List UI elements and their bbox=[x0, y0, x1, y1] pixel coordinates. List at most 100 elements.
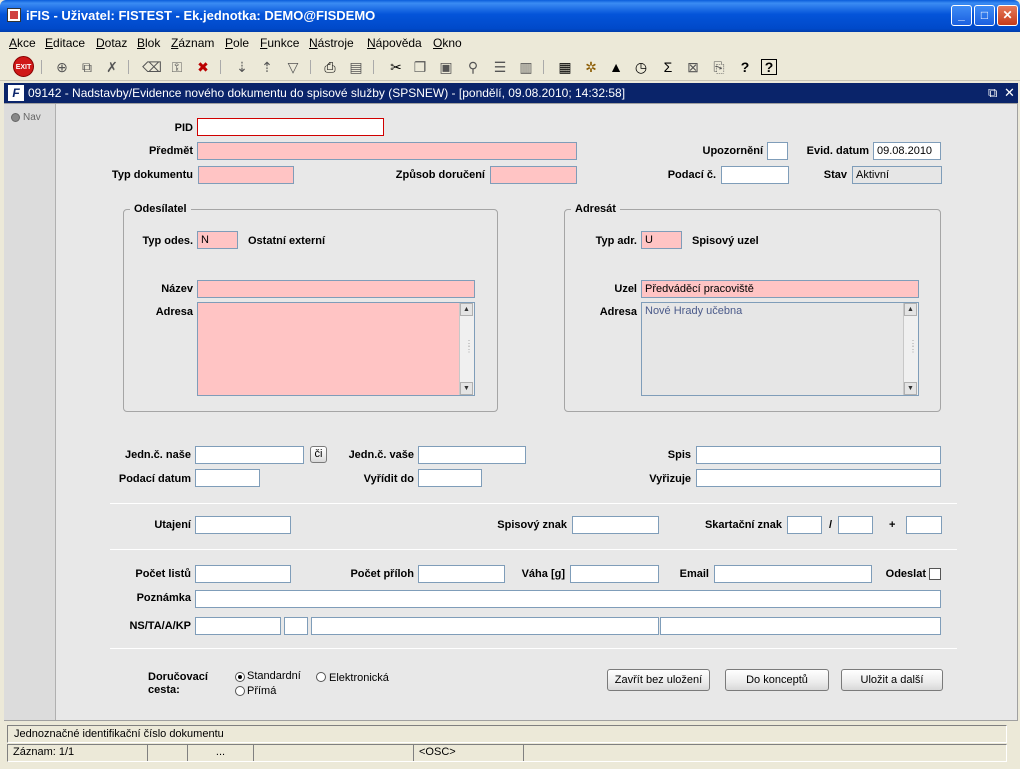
menu-blok[interactable]: Blok bbox=[137, 36, 160, 50]
spis-field[interactable] bbox=[696, 446, 941, 464]
minimize-button[interactable]: _ bbox=[951, 5, 972, 26]
close-button[interactable]: ✕ bbox=[997, 5, 1018, 26]
vyridit-do-field[interactable] bbox=[418, 469, 482, 487]
lock-icon[interactable]: ⚿ bbox=[167, 57, 187, 77]
delete-record-icon[interactable]: ✗ bbox=[102, 57, 122, 77]
clear-form-icon[interactable]: ⌫ bbox=[142, 57, 162, 77]
paste-icon[interactable]: ▣ bbox=[436, 57, 456, 77]
window-title-bar[interactable]: iFIS - Uživatel: FISTEST - Ek.jednotka: … bbox=[0, 0, 1020, 32]
adr-adresa-textarea[interactable]: Nové Hrady učebna ▲ ⋮ ⋮ ▼ bbox=[641, 302, 919, 396]
chart-icon[interactable]: ▲ bbox=[606, 57, 626, 77]
filter-icon[interactable]: ▽ bbox=[283, 57, 303, 77]
ns-field[interactable] bbox=[195, 617, 281, 635]
copy-icon[interactable]: ❐ bbox=[410, 57, 430, 77]
upozorneni-field[interactable] bbox=[767, 142, 788, 160]
insert-record-icon[interactable]: ⊕ bbox=[52, 57, 72, 77]
toolbar-separator bbox=[373, 60, 374, 74]
predmet-field[interactable] bbox=[197, 142, 577, 160]
menu-nastroje[interactable]: Nástroje bbox=[309, 36, 354, 50]
do-konceptu-button[interactable]: Do konceptů bbox=[725, 669, 829, 691]
menu-napoveda[interactable]: Nápověda bbox=[367, 36, 422, 50]
print-icon[interactable]: ⎙ bbox=[320, 57, 340, 77]
nav-radio[interactable] bbox=[11, 113, 20, 122]
form-close-icon[interactable]: ✕ bbox=[1004, 85, 1015, 101]
menu-editace[interactable]: Editace bbox=[45, 36, 85, 50]
ci-button[interactable]: či bbox=[310, 446, 327, 463]
spisovy-znak-field[interactable] bbox=[572, 516, 659, 534]
form-title-bar[interactable]: F 09142 - Nadstavby/Evidence nového doku… bbox=[4, 83, 1018, 103]
vaha-field[interactable] bbox=[570, 565, 659, 583]
whats-this-icon[interactable]: ? bbox=[761, 59, 777, 75]
odeslat-checkbox[interactable] bbox=[929, 568, 941, 580]
ta-field[interactable] bbox=[284, 617, 308, 635]
help-icon[interactable]: ? bbox=[735, 57, 755, 77]
typ-dokumentu-field[interactable] bbox=[198, 166, 294, 184]
odes-adresa-scrollbar[interactable]: ▲ ⋮ ⋮ ▼ bbox=[459, 303, 474, 395]
print-preview-icon[interactable]: ▤ bbox=[346, 57, 366, 77]
sum-icon[interactable]: Σ bbox=[658, 57, 678, 77]
poznamka-field[interactable] bbox=[195, 590, 941, 608]
nazev-field[interactable] bbox=[197, 280, 475, 298]
skartacni-plus: + bbox=[889, 519, 896, 531]
jedn-vase-field[interactable] bbox=[418, 446, 526, 464]
scroll-down-icon[interactable]: ▼ bbox=[460, 382, 473, 395]
attach-icon[interactable]: ⎘ bbox=[709, 57, 729, 77]
vyrizuje-field[interactable] bbox=[696, 469, 941, 487]
settings-icon[interactable]: ✲ bbox=[581, 57, 601, 77]
utajeni-label: Utajení bbox=[154, 519, 191, 531]
export-icon[interactable]: ⊠ bbox=[683, 57, 703, 77]
window-title: iFIS - Uživatel: FISTEST - Ek.jednotka: … bbox=[26, 8, 376, 23]
duplicate-record-icon[interactable]: ⧉ bbox=[77, 57, 97, 77]
sort-desc-icon[interactable]: ⇡ bbox=[257, 57, 277, 77]
skartacni-znak-field[interactable] bbox=[787, 516, 822, 534]
menu-funkce[interactable]: Funkce bbox=[260, 36, 299, 50]
typ-odes-field[interactable]: N bbox=[197, 231, 238, 249]
radio-prima[interactable] bbox=[235, 686, 245, 696]
podaci-c-field[interactable] bbox=[721, 166, 789, 184]
restore-icon[interactable]: ⧉ bbox=[988, 85, 997, 101]
evid-datum-field[interactable]: 09.08.2010 bbox=[873, 142, 941, 160]
utajeni-field[interactable] bbox=[195, 516, 291, 534]
columns-icon[interactable]: ▥ bbox=[516, 57, 536, 77]
odes-adresa-textarea[interactable]: ▲ ⋮ ⋮ ▼ bbox=[197, 302, 475, 396]
menu-dotaz[interactable]: Dotaz bbox=[96, 36, 127, 50]
jedn-nase-field[interactable] bbox=[195, 446, 304, 464]
pocet-priloh-field[interactable] bbox=[418, 565, 505, 583]
zpusob-doruceni-field[interactable] bbox=[490, 166, 577, 184]
delete-icon[interactable]: ✖ bbox=[193, 57, 213, 77]
email-field[interactable] bbox=[714, 565, 872, 583]
find-icon[interactable]: ⚲ bbox=[463, 57, 483, 77]
scroll-up-icon[interactable]: ▲ bbox=[904, 303, 917, 316]
podaci-datum-field[interactable] bbox=[195, 469, 260, 487]
uzel-field[interactable]: Předváděcí pracoviště bbox=[641, 280, 919, 298]
form-title: 09142 - Nadstavby/Evidence nového dokume… bbox=[28, 86, 626, 100]
scroll-down-icon[interactable]: ▼ bbox=[904, 382, 917, 395]
ulozit-a-dalsi-button[interactable]: Uložit a další bbox=[841, 669, 943, 691]
cut-icon[interactable]: ✂ bbox=[386, 57, 406, 77]
typ-adr-field[interactable]: U bbox=[641, 231, 682, 249]
skartacni-plus-field[interactable] bbox=[906, 516, 942, 534]
pocet-listu-field[interactable] bbox=[195, 565, 291, 583]
menu-zaznam[interactable]: Záznam bbox=[171, 36, 214, 50]
exit-icon[interactable]: EXIT bbox=[13, 56, 34, 77]
scroll-up-icon[interactable]: ▲ bbox=[460, 303, 473, 316]
a-field[interactable] bbox=[311, 617, 659, 635]
nav-label: Nav bbox=[23, 112, 41, 123]
maximize-button[interactable]: □ bbox=[974, 5, 995, 26]
clock-icon[interactable]: ◷ bbox=[631, 57, 651, 77]
list-icon[interactable]: ☰ bbox=[490, 57, 510, 77]
zavrit-bez-ulozeni-button[interactable]: Zavřít bez uložení bbox=[607, 669, 710, 691]
pid-field[interactable] bbox=[197, 118, 384, 136]
menu-akce[interactable]: Akce bbox=[9, 36, 36, 50]
menu-pole[interactable]: Pole bbox=[225, 36, 249, 50]
radio-standardni[interactable] bbox=[235, 672, 245, 682]
kp-field[interactable] bbox=[660, 617, 941, 635]
skartacni-lhuta-field[interactable] bbox=[838, 516, 873, 534]
menu-okno[interactable]: Okno bbox=[433, 36, 462, 50]
sort-asc-icon[interactable]: ⇣ bbox=[232, 57, 252, 77]
calculator-icon[interactable]: ▦ bbox=[555, 57, 575, 77]
skartacni-slash: / bbox=[829, 519, 833, 531]
podaci-c-label: Podací č. bbox=[667, 169, 716, 181]
adr-adresa-scrollbar[interactable]: ▲ ⋮ ⋮ ▼ bbox=[903, 303, 918, 395]
radio-elektronicka[interactable] bbox=[316, 672, 326, 682]
